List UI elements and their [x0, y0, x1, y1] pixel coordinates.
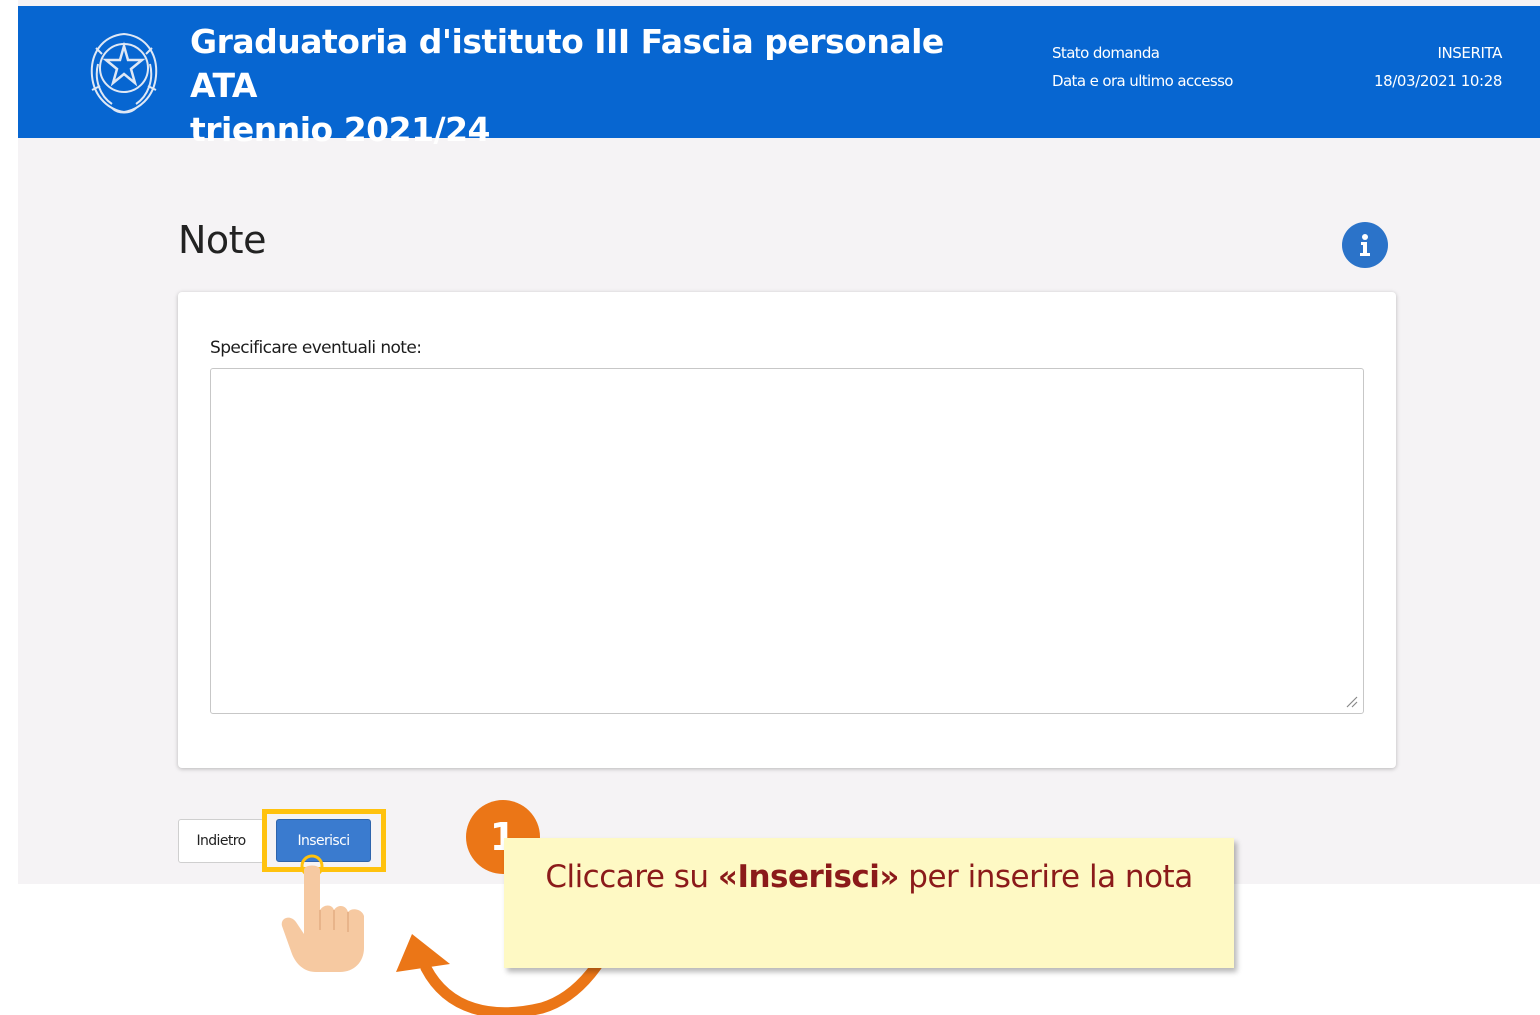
- instruction-prefix: Cliccare su: [545, 859, 718, 895]
- notes-textarea[interactable]: [210, 368, 1364, 714]
- notes-card: Specificare eventuali note:: [178, 292, 1396, 768]
- info-icon[interactable]: [1342, 222, 1388, 268]
- status-value: INSERITA: [1437, 44, 1502, 62]
- instruction-suffix: per inserire la nota: [898, 859, 1193, 895]
- instruction-callout: Cliccare su «Inserisci» per inserire la …: [504, 838, 1234, 968]
- notes-label: Specificare eventuali note:: [210, 338, 422, 358]
- instruction-text: Cliccare su «Inserisci» per inserire la …: [544, 854, 1194, 900]
- back-button[interactable]: Indietro: [178, 819, 264, 863]
- instruction-emphasis: «Inserisci»: [717, 859, 900, 895]
- last-access-value: 18/03/2021 10:28: [1373, 72, 1502, 90]
- status-label: Stato domanda: [1052, 44, 1160, 62]
- italian-republic-emblem-icon: [90, 32, 158, 114]
- resize-grip-icon[interactable]: [1344, 694, 1358, 708]
- last-access-label: Data e ora ultimo accesso: [1052, 72, 1233, 90]
- pointing-hand-icon: [281, 854, 364, 972]
- page-title: Note: [178, 218, 266, 262]
- app-header: Graduatoria d'istituto III Fascia person…: [18, 6, 1540, 149]
- app-title: Graduatoria d'istituto III Fascia person…: [190, 22, 944, 149]
